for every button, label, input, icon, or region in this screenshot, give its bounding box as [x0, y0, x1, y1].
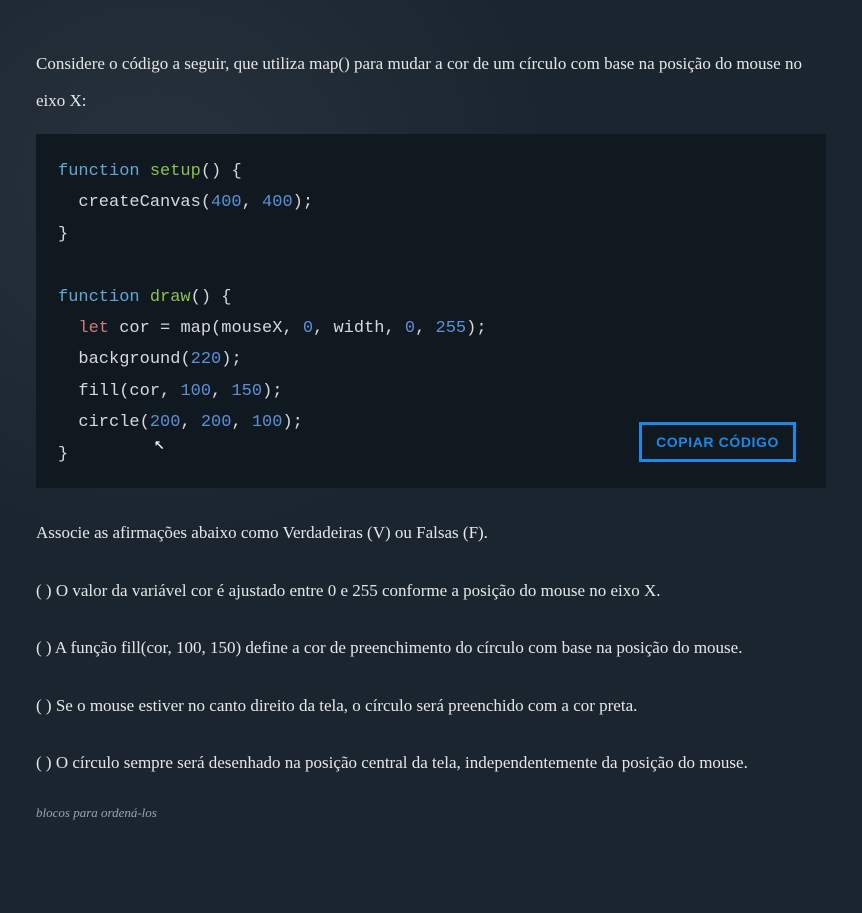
question-page: Considere o código a seguir, que utiliza… — [0, 0, 862, 821]
code-line — [58, 250, 804, 281]
code-line: function setup() { — [58, 156, 804, 187]
code-line: function draw() { — [58, 282, 804, 313]
cursor-icon: ↖ — [154, 429, 165, 462]
footer-fragment: blocos para ordená-los — [36, 805, 826, 821]
question-instructions: Associe as afirmações abaixo como Verdad… — [36, 518, 826, 549]
intro-text: Considere o código a seguir, que utiliza… — [36, 45, 826, 120]
code-line: } — [58, 219, 804, 250]
code-line: background(220); — [58, 344, 804, 375]
statement-1: ( ) O valor da variável cor é ajustado e… — [36, 575, 826, 606]
code-line: createCanvas(400, 400); — [58, 187, 804, 218]
statement-2: ( ) A função fill(cor, 100, 150) define … — [36, 632, 826, 663]
code-line: let cor = map(mouseX, 0, width, 0, 255); — [58, 313, 804, 344]
copy-code-button[interactable]: COPIAR CÓDIGO — [639, 422, 796, 462]
code-block: function setup() { createCanvas(400, 400… — [36, 134, 826, 488]
statement-4: ( ) O círculo sempre será desenhado na p… — [36, 747, 826, 778]
statement-3: ( ) Se o mouse estiver no canto direito … — [36, 690, 826, 721]
code-line: fill(cor, 100, 150); — [58, 376, 804, 407]
